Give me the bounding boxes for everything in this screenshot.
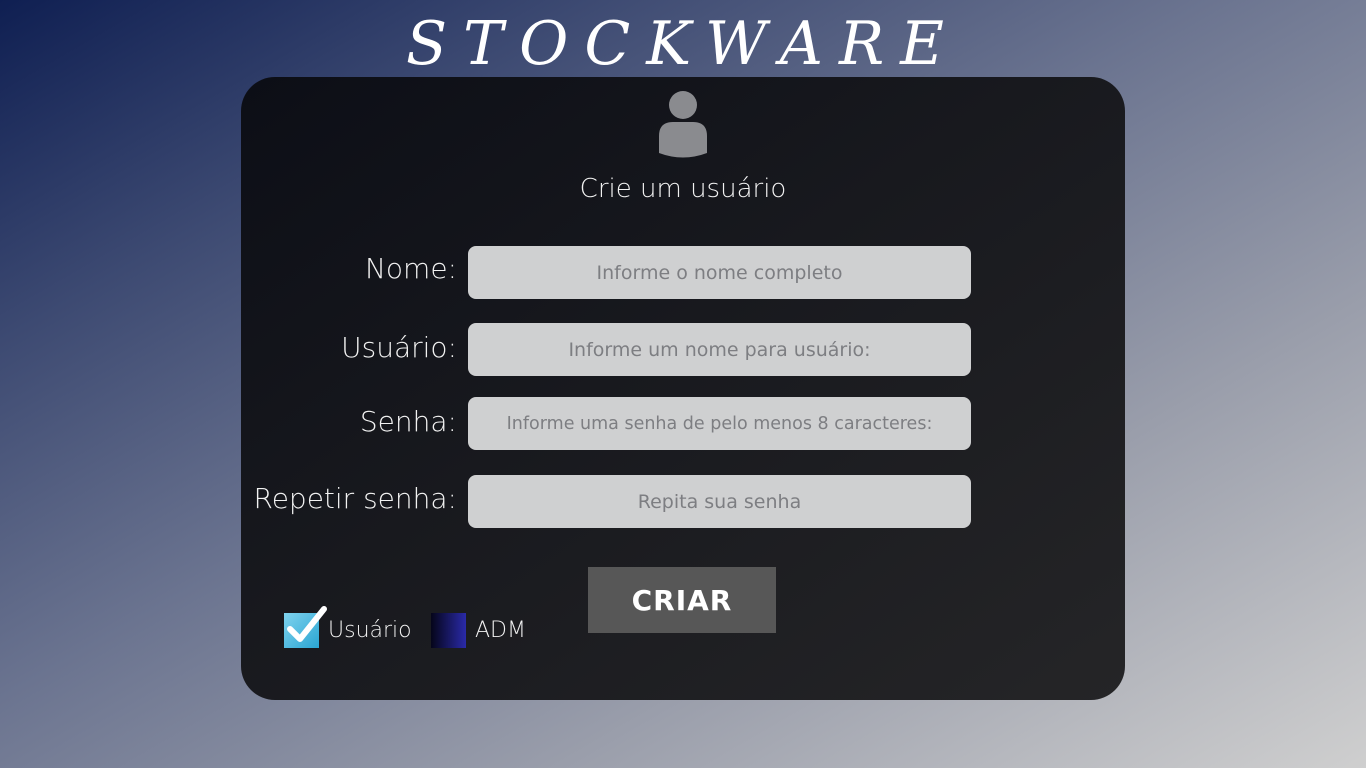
adm-option-label: ADM [475,618,526,643]
user-checkbox[interactable] [284,606,327,648]
adm-checkbox[interactable] [431,613,466,648]
name-label: Nome: [364,252,457,285]
checkmark-icon [287,606,327,642]
password-input[interactable] [468,397,971,450]
password-label: Senha: [359,405,457,438]
user-silhouette-icon [659,91,707,158]
repeat-password-input[interactable] [468,475,971,528]
create-button[interactable]: CRIAR [588,567,776,633]
name-input[interactable] [468,246,971,299]
repeat-password-label: Repetir senha: [253,482,458,515]
username-label: Usuário: [341,331,457,364]
user-option-label: Usuário [328,618,412,643]
app-brand-title: STOCKWARE [406,9,960,79]
username-input[interactable] [468,323,971,376]
role-option-adm[interactable]: ADM [431,613,526,648]
form-title: Crie um usuário [579,174,787,204]
role-option-user[interactable]: Usuário [284,606,412,648]
create-user-card: Crie um usuário Nome: Usuário: Senha: Re… [241,77,1125,700]
